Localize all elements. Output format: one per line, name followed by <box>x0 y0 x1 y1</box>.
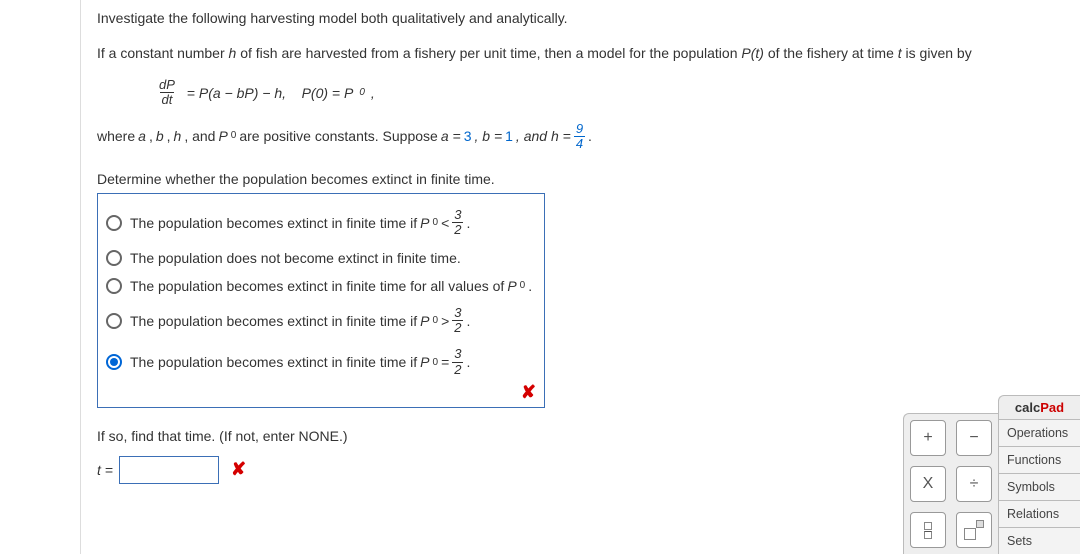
calcpad: + − X ÷ calcPad Operations Functions Sym… <box>903 395 1080 554</box>
calcpad-functions[interactable]: Functions <box>999 446 1080 473</box>
calcpad-relations[interactable]: Relations <box>999 500 1080 527</box>
radio-icon <box>106 313 122 329</box>
plus-button[interactable]: + <box>910 420 946 456</box>
exponent-button[interactable] <box>956 512 992 548</box>
question-text: Determine whether the population becomes… <box>97 171 1070 187</box>
option-2[interactable]: The population does not become extinct i… <box>104 244 538 272</box>
radio-icon <box>106 278 122 294</box>
times-button[interactable]: X <box>910 466 946 502</box>
time-input[interactable] <box>119 456 219 484</box>
calcpad-symbols[interactable]: Symbols <box>999 473 1080 500</box>
radio-icon <box>106 354 122 370</box>
calcpad-sidepanel: calcPad Operations Functions Symbols Rel… <box>998 395 1080 554</box>
calcpad-title: calcPad <box>999 396 1080 419</box>
option-1[interactable]: The population becomes extinct in finite… <box>104 202 538 244</box>
where-line: where a, b, h, and P0 are positive const… <box>97 122 1070 152</box>
answer-label: t = <box>97 462 113 478</box>
fraction-icon <box>924 522 932 539</box>
exponent-icon <box>964 520 984 540</box>
option-5[interactable]: The population becomes extinct in finite… <box>104 341 538 383</box>
divide-button[interactable]: ÷ <box>956 466 992 502</box>
calcpad-buttons: + − X ÷ <box>903 413 998 554</box>
intro-text: Investigate the following harvesting mod… <box>97 8 1070 29</box>
fraction-button[interactable] <box>910 512 946 548</box>
radio-icon <box>106 250 122 266</box>
radio-icon <box>106 215 122 231</box>
calcpad-operations[interactable]: Operations <box>999 419 1080 446</box>
minus-button[interactable]: − <box>956 420 992 456</box>
options-group: The population becomes extinct in finite… <box>97 193 545 408</box>
option-4[interactable]: The population becomes extinct in finite… <box>104 300 538 342</box>
wrong-icon: ✘ <box>521 382 536 403</box>
equation: dP dt = P(a − bP) − h, P(0) = P0, <box>157 78 1070 108</box>
calcpad-sets[interactable]: Sets <box>999 527 1080 554</box>
option-3[interactable]: The population becomes extinct in finite… <box>104 272 538 300</box>
wrong-icon: ✘ <box>231 459 246 480</box>
setup-text: If a constant number h of fish are harve… <box>97 43 1070 64</box>
